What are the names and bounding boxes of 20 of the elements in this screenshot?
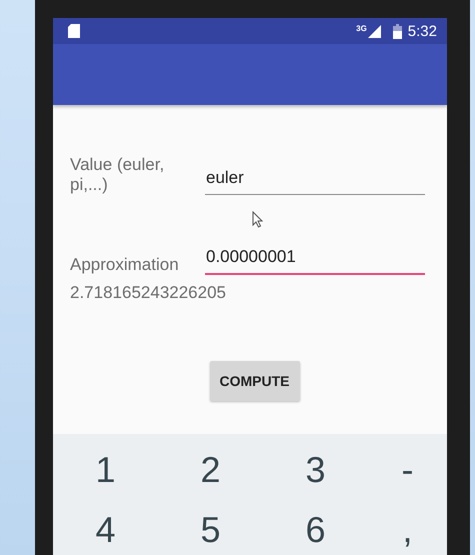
keyboard-key[interactable]: 3	[299, 440, 332, 500]
keyboard-key[interactable]: 4	[89, 500, 122, 555]
field-label: Approximation	[70, 255, 180, 275]
mouse-pointer-icon	[252, 211, 263, 228]
signal-icon	[368, 24, 381, 38]
keyboard-key[interactable]: 5	[194, 500, 227, 555]
compute-button[interactable]: COMPUTE	[210, 361, 300, 401]
field-label: Value (euler, pi,...)	[70, 155, 166, 195]
keyboard-key[interactable]: 6	[299, 500, 332, 555]
battery-icon	[392, 24, 402, 38]
keyboard-key[interactable]: ,	[396, 500, 418, 555]
input-field[interactable]: 0.00000001	[205, 247, 425, 275]
clock-time: 5:32	[408, 22, 437, 40]
sd-card-icon	[68, 24, 80, 38]
keyboard-key[interactable]: 2	[194, 440, 227, 500]
network-type: 3G	[356, 24, 367, 33]
input-field[interactable]: euler	[205, 168, 425, 195]
keyboard-key[interactable]: 1	[89, 440, 122, 500]
keyboard-key[interactable]: -	[396, 440, 420, 500]
result-text: 2.718165243226205	[70, 283, 227, 303]
